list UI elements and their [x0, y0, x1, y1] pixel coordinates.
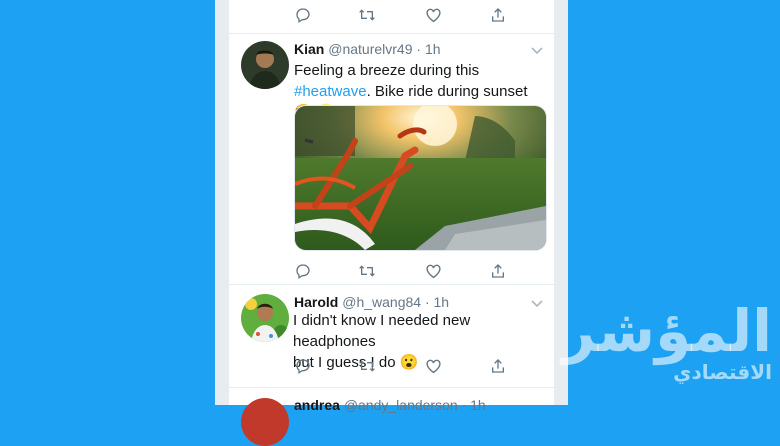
share-icon[interactable] — [488, 356, 508, 376]
separator-dot: · — [461, 397, 467, 413]
share-icon[interactable] — [488, 261, 508, 281]
like-icon[interactable] — [423, 5, 443, 25]
avatar[interactable] — [241, 294, 289, 342]
display-name[interactable]: Kian — [294, 41, 324, 57]
display-name[interactable]: Harold — [294, 294, 338, 310]
tweet-partial-bottom[interactable]: andrea @andy_landerson · 1h — [229, 387, 554, 446]
tweet-actions — [293, 261, 513, 281]
tweet-actions — [293, 5, 513, 25]
tweet[interactable]: Harold @h_wang84 · 1h I didn't know I ne… — [229, 284, 554, 388]
username[interactable]: @andy_landerson — [344, 397, 458, 413]
avatar[interactable] — [241, 398, 289, 446]
hashtag-link[interactable]: #heatwave — [294, 83, 367, 100]
separator-dot: · — [424, 294, 430, 310]
tweet-header: Kian @naturelvr49 · 1h — [294, 41, 441, 57]
share-icon[interactable] — [488, 5, 508, 25]
watermark-logo: المؤشر الاقتصادي — [561, 297, 772, 400]
timestamp[interactable]: 1h — [470, 397, 486, 413]
tweet-photo[interactable] — [294, 105, 547, 251]
reply-icon[interactable] — [293, 261, 313, 281]
username[interactable]: @naturelvr49 — [328, 41, 412, 57]
tweet-header: andrea @andy_landerson · 1h — [294, 397, 486, 413]
retweet-icon[interactable] — [357, 356, 377, 376]
timestamp[interactable]: 1h — [434, 294, 450, 310]
chevron-down-icon[interactable] — [530, 43, 544, 57]
like-icon[interactable] — [423, 261, 443, 281]
timestamp[interactable]: 1h — [425, 41, 441, 57]
tweet[interactable]: Kian @naturelvr49 · 1h Feeling a breeze … — [229, 33, 554, 285]
reply-icon[interactable] — [293, 5, 313, 25]
watermark-subtitle: الاقتصادي — [673, 360, 772, 384]
tweet-header: Harold @h_wang84 · 1h — [294, 294, 449, 310]
watermark-title: المؤشر — [561, 297, 772, 365]
tweet-text-part: Feeling a breeze during this — [294, 62, 480, 79]
tweet-text-part: I didn't know I needed new headphones — [293, 312, 471, 350]
separator-dot: · — [416, 41, 422, 57]
chevron-down-icon[interactable] — [530, 296, 544, 310]
retweet-icon[interactable] — [357, 5, 377, 25]
tweet-partial-top[interactable] — [229, 0, 554, 34]
reply-icon[interactable] — [293, 356, 313, 376]
retweet-icon[interactable] — [357, 261, 377, 281]
tweet-actions — [293, 356, 513, 376]
like-icon[interactable] — [423, 356, 443, 376]
timeline-feed[interactable]: Kian @naturelvr49 · 1h Feeling a breeze … — [229, 0, 554, 446]
display-name[interactable]: andrea — [294, 397, 340, 413]
avatar[interactable] — [241, 41, 289, 89]
username[interactable]: @h_wang84 — [342, 294, 421, 310]
